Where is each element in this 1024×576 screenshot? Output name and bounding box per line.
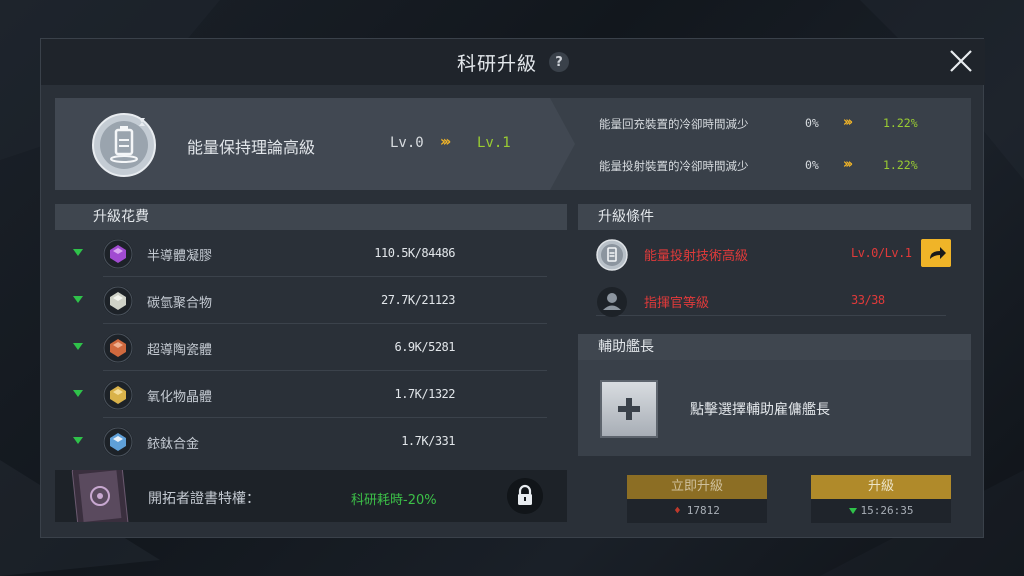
sufficient-indicator-icon: [73, 390, 83, 397]
instant-upgrade-button[interactable]: 立即升級 ♦ 17812: [627, 475, 767, 523]
conditions-header: 升級條件: [578, 204, 971, 230]
add-assistant-button[interactable]: [600, 380, 658, 438]
resource-amount: 110.5K/84486: [374, 246, 455, 260]
cost-row: 氧化物晶體 1.7K/1322: [55, 372, 567, 418]
resource-amount: 1.7K/331: [401, 434, 455, 448]
condition-row: 指揮官等級 33/38: [578, 278, 971, 324]
instant-upgrade-cost: ♦ 17812: [627, 499, 767, 523]
upgrade-time: 15:26:35: [811, 499, 951, 523]
lock-icon[interactable]: [507, 478, 543, 514]
row-divider: [103, 323, 547, 324]
pioneer-bonus: 科研耗時-20%: [351, 493, 437, 508]
ceramic-crystal-icon: [103, 333, 133, 363]
row-divider: [103, 276, 547, 277]
effect-label: 能量回充裝置的冷卻時間減少: [599, 117, 749, 131]
instant-upgrade-label: 立即升級: [627, 475, 767, 499]
level-arrows: ›››: [440, 134, 451, 150]
gel-crystal-icon: [103, 239, 133, 269]
close-icon[interactable]: [947, 47, 975, 75]
skill-card: 能量保持理論高級 Lv.0 ››› Lv.1 能量回充裝置的冷卻時間減少 0% …: [55, 98, 971, 190]
assistant-header: 輔助艦長: [578, 334, 971, 360]
resource-name: 超導陶瓷體: [147, 343, 213, 358]
cost-row: 超導陶瓷體 6.9K/5281: [55, 325, 567, 371]
resource-name: 氧化物晶體: [147, 390, 213, 405]
effect-label: 能量投射裝置的冷卻時間減少: [599, 159, 749, 173]
research-icon: [596, 239, 628, 271]
polymer-crystal-icon: [103, 286, 133, 316]
condition-value: Lv.0/Lv.1: [851, 246, 912, 260]
goto-arrow-icon[interactable]: [921, 239, 951, 267]
cost-row: 銥鈦合金 1.7K/331: [55, 419, 567, 465]
resource-name: 銥鈦合金: [147, 437, 200, 452]
energy-research-icon: [92, 113, 156, 177]
condition-name: 能量投射技術高級: [644, 249, 749, 264]
cost-header: 升級花費: [55, 204, 567, 230]
sufficient-indicator-icon: [73, 343, 83, 350]
effect-to: 1.22%: [883, 158, 918, 172]
sufficient-indicator-icon: [73, 296, 83, 303]
level-from: Lv.0: [390, 135, 424, 151]
title-bar: 科研升級 ?: [41, 39, 985, 85]
upgrade-time-value: 15:26:35: [860, 504, 914, 517]
condition-value: 33/38: [851, 293, 885, 307]
instant-cost-value: 17812: [686, 504, 720, 517]
pioneer-label: 開拓者證書特權：: [148, 491, 260, 507]
effect-to: 1.22%: [883, 116, 918, 130]
effect-from: 0%: [805, 158, 819, 172]
condition-row: 能量投射技術高級 Lv.0/Lv.1: [578, 231, 971, 277]
resource-name: 半導體凝膠: [147, 249, 213, 264]
time-indicator-icon: [848, 508, 857, 514]
assistant-hint: 點擊選擇輔助雇傭艦長: [690, 402, 830, 418]
pioneer-privilege-bar: 開拓者證書特權： 科研耗時-20%: [55, 470, 567, 522]
effect-arrows: ›››: [843, 115, 853, 130]
dialog-title: 科研升級: [456, 52, 537, 75]
alloy-crystal-icon: [103, 427, 133, 457]
help-icon[interactable]: ?: [549, 52, 569, 72]
currency-icon: ♦: [674, 504, 681, 517]
assistant-slot: 點擊選擇輔助雇傭艦長: [578, 360, 971, 456]
row-divider: [103, 417, 547, 418]
condition-name: 指揮官等級: [644, 296, 710, 311]
sufficient-indicator-icon: [73, 249, 83, 256]
upgrade-button[interactable]: 升級 15:26:35: [811, 475, 951, 523]
level-to: Lv.1: [477, 135, 511, 151]
effect-from: 0%: [805, 116, 819, 130]
cost-row: 碳氫聚合物 27.7K/21123: [55, 278, 567, 324]
skill-info: 能量保持理論高級 Lv.0 ››› Lv.1: [55, 98, 575, 190]
research-upgrade-dialog: 科研升級 ? 能量保持理論高級 Lv.0 ››› Lv.1 能量回充裝置的冷卻時…: [40, 38, 985, 538]
sufficient-indicator-icon: [73, 437, 83, 444]
resource-amount: 6.9K/5281: [394, 340, 455, 354]
effect-arrows: ›››: [843, 157, 853, 172]
oxide-crystal-icon: [103, 380, 133, 410]
resource-amount: 27.7K/21123: [381, 293, 455, 307]
resource-name: 碳氫聚合物: [147, 296, 213, 311]
plus-icon: [618, 398, 640, 420]
pioneer-card-icon: [71, 470, 129, 522]
upgrade-label: 升級: [811, 475, 951, 499]
cost-row: 半導體凝膠 110.5K/84486: [55, 231, 567, 277]
skill-name: 能量保持理論高級: [187, 138, 316, 157]
commander-icon: [597, 287, 627, 317]
resource-amount: 1.7K/1322: [394, 387, 455, 401]
row-divider: [103, 370, 547, 371]
